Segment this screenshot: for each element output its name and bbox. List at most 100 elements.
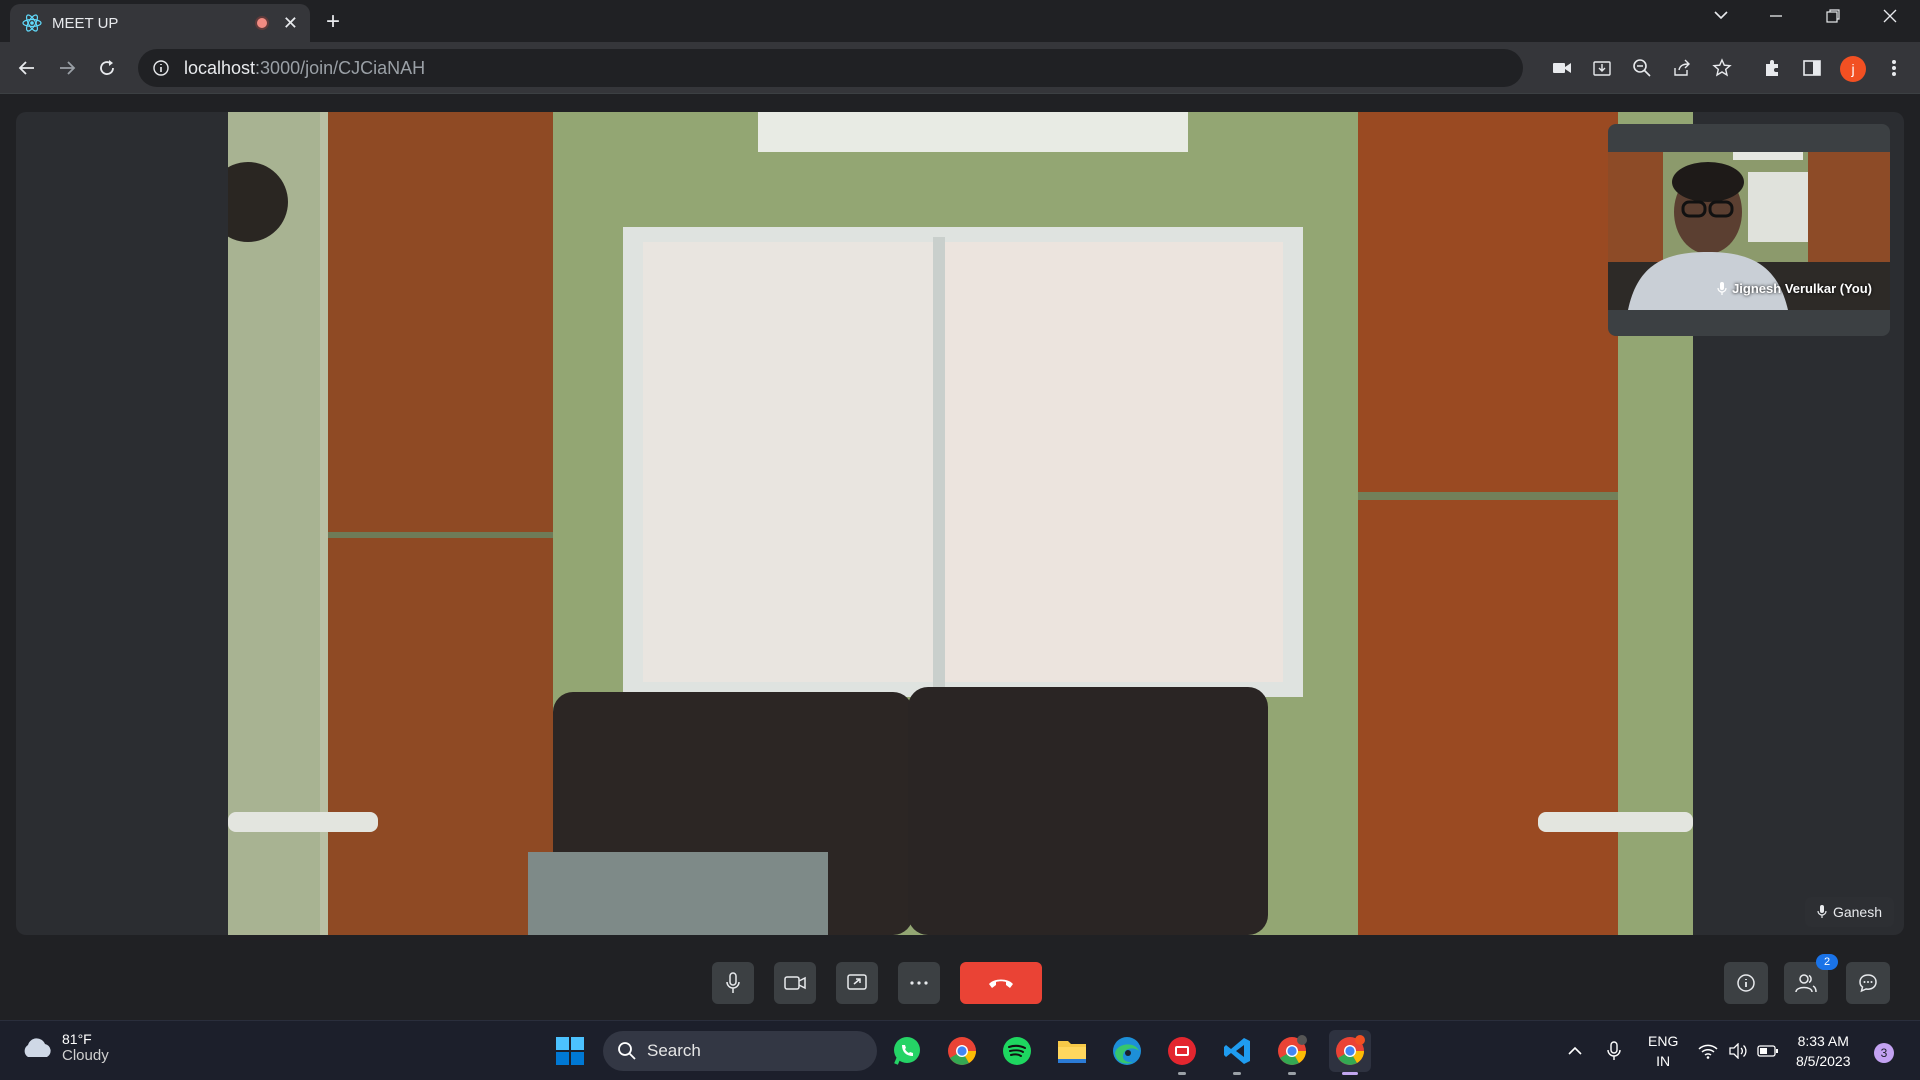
address-bar[interactable]: localhost:3000/join/CJCiaNAH — [138, 49, 1523, 87]
minimize-button[interactable] — [1768, 8, 1784, 24]
profile-avatar[interactable]: j — [1840, 56, 1866, 82]
clock-date: 8/5/2023 — [1796, 1053, 1851, 1069]
back-button[interactable] — [13, 54, 41, 82]
active-indicator — [1342, 1072, 1358, 1075]
browser-toolbar: localhost:3000/join/CJCiaNAH j — [0, 42, 1920, 94]
meeting-app: Ganesh Jignesh Verulkar (You) — [0, 95, 1920, 1020]
edge-icon — [1111, 1035, 1143, 1067]
self-name: Jignesh Verulkar (You) — [1732, 281, 1872, 296]
battery-status[interactable] — [1750, 1033, 1786, 1069]
mic-icon — [1817, 905, 1827, 919]
chat-bubble-icon — [1858, 973, 1878, 993]
language-indicator[interactable]: ENG IN — [1648, 1031, 1678, 1071]
self-view-tile[interactable]: Jignesh Verulkar (You) — [1608, 124, 1890, 336]
screen-share-button[interactable] — [836, 962, 878, 1004]
participant-name: Ganesh — [1832, 904, 1882, 920]
install-app-icon[interactable] — [1590, 56, 1614, 80]
tab-search-chevron-icon[interactable] — [1712, 6, 1730, 24]
running-indicator — [1288, 1072, 1296, 1075]
site-info-icon[interactable] — [152, 59, 170, 77]
forward-button[interactable] — [53, 54, 81, 82]
windows-taskbar: 81°F Cloudy Search ENG IN 8:33 AM 8/5/20… — [0, 1020, 1920, 1080]
mic-icon — [1717, 281, 1727, 296]
chat-button[interactable] — [1846, 962, 1890, 1004]
tab-close-icon[interactable]: ✕ — [283, 13, 298, 34]
phone-hangup-icon — [988, 977, 1014, 989]
info-icon — [1736, 973, 1756, 993]
browser-tab[interactable]: MEET UP ✕ — [10, 4, 310, 42]
search-label: Search — [647, 1041, 701, 1060]
url-text: localhost:3000/join/CJCiaNAH — [184, 58, 425, 79]
reload-button[interactable] — [93, 54, 121, 82]
zoom-icon[interactable] — [1630, 56, 1654, 80]
taskbar-search[interactable]: Search — [603, 1031, 877, 1071]
taskbar-spotify[interactable] — [999, 1033, 1035, 1069]
language-bottom: IN — [1656, 1053, 1671, 1069]
share-icon[interactable] — [1670, 56, 1694, 80]
bookmark-star-icon[interactable] — [1710, 56, 1734, 80]
self-name-tag: Jignesh Verulkar (You) — [1717, 281, 1872, 296]
red-app-icon — [1167, 1036, 1197, 1066]
taskbar-whatsapp[interactable] — [889, 1033, 925, 1069]
menu-kebab-icon[interactable] — [1882, 56, 1906, 80]
new-tab-button[interactable]: + — [326, 8, 340, 36]
battery-icon — [1757, 1044, 1779, 1058]
url-path: :3000/join/CJCiaNAH — [255, 57, 426, 78]
chrome-icon — [946, 1035, 978, 1067]
taskbar-chrome-profile[interactable] — [1274, 1033, 1310, 1075]
more-options-button[interactable] — [898, 962, 940, 1004]
spotify-icon — [1001, 1035, 1033, 1067]
taskbar-file-explorer[interactable] — [1054, 1033, 1090, 1069]
microphone-icon — [1607, 1041, 1621, 1061]
react-icon — [22, 13, 42, 33]
close-window-button[interactable] — [1882, 8, 1898, 24]
weather-desc: Cloudy — [62, 1047, 109, 1064]
tab-title: MEET UP — [52, 14, 119, 32]
folder-icon — [1056, 1037, 1088, 1065]
more-horizontal-icon — [910, 981, 928, 985]
taskbar-chrome[interactable] — [944, 1033, 980, 1069]
whatsapp-icon — [891, 1035, 923, 1067]
running-indicator — [1178, 1072, 1186, 1075]
taskbar-chrome-active[interactable] — [1329, 1030, 1371, 1075]
running-indicator — [1233, 1072, 1241, 1075]
taskbar-anydesk[interactable] — [1164, 1033, 1200, 1075]
recording-indicator-icon — [254, 16, 269, 30]
microphone-button[interactable] — [712, 962, 754, 1004]
taskbar-vscode[interactable] — [1219, 1033, 1255, 1075]
url-host: localhost — [184, 57, 256, 78]
weather-temp: 81°F — [62, 1031, 92, 1047]
language-top: ENG — [1648, 1033, 1679, 1049]
video-camera-icon — [784, 975, 806, 991]
windows-logo-icon — [555, 1036, 585, 1066]
weather-widget[interactable]: 81°F Cloudy — [20, 1031, 109, 1064]
show-hidden-icons-button[interactable] — [1557, 1033, 1593, 1069]
screen-share-icon — [847, 974, 867, 992]
wifi-icon — [1698, 1043, 1718, 1059]
extensions-icon[interactable] — [1760, 56, 1784, 80]
microphone-icon — [725, 972, 741, 994]
meeting-info-button[interactable] — [1724, 962, 1768, 1004]
notification-count-badge[interactable]: 3 — [1874, 1043, 1894, 1063]
side-panel-icon[interactable] — [1800, 56, 1824, 80]
cloud-icon — [20, 1037, 54, 1059]
restore-button[interactable] — [1825, 8, 1841, 24]
speaker-icon — [1728, 1043, 1748, 1059]
vscode-icon — [1222, 1036, 1252, 1066]
participants-count-badge: 2 — [1816, 954, 1838, 970]
camera-button[interactable] — [774, 962, 816, 1004]
participant-name-tag: Ganesh — [1804, 897, 1894, 927]
tray-microphone[interactable] — [1596, 1033, 1632, 1069]
taskbar-edge[interactable] — [1109, 1033, 1145, 1069]
people-icon — [1795, 973, 1817, 993]
camera-in-use-icon[interactable] — [1550, 56, 1574, 80]
browser-tabstrip: MEET UP ✕ + — [0, 0, 1920, 42]
chrome-icon — [1334, 1035, 1366, 1067]
chrome-icon — [1276, 1035, 1308, 1067]
start-button[interactable] — [552, 1033, 588, 1069]
search-icon — [617, 1041, 637, 1061]
clock-time: 8:33 AM — [1797, 1033, 1849, 1049]
main-video-feed — [228, 112, 1693, 935]
end-call-button[interactable] — [960, 962, 1042, 1004]
clock[interactable]: 8:33 AM 8/5/2023 — [1796, 1031, 1851, 1071]
